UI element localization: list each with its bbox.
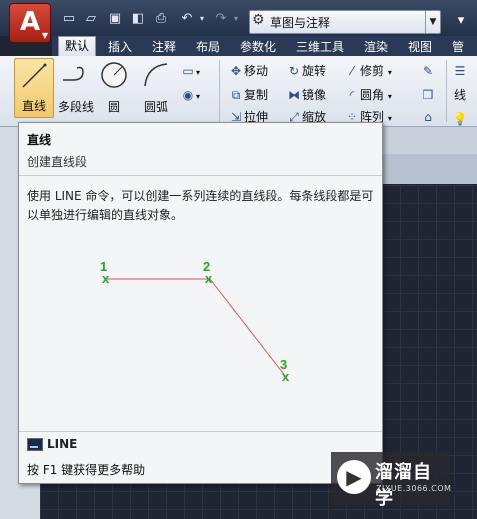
- undo-dropdown-icon[interactable]: ▾: [197, 10, 207, 28]
- tab-layout[interactable]: 布局: [190, 38, 226, 56]
- hatch-tool[interactable]: ◉ ▾: [180, 86, 200, 104]
- erase-tool[interactable]: ✎: [420, 62, 436, 80]
- tooltip-description: 使用 LINE 命令，可以创建一系列连续的直线段。每条线段都是可以单独进行编辑的…: [27, 189, 374, 222]
- tab-annotate[interactable]: 注释: [146, 38, 182, 56]
- tab-parametric[interactable]: 参数化: [234, 38, 282, 56]
- circle-tool-label: 圆: [107, 100, 120, 114]
- circle-icon: [101, 62, 127, 88]
- polyline-tool-label: 多段线: [57, 100, 94, 114]
- move-button[interactable]: ✥ 移动: [228, 62, 268, 80]
- tab-view[interactable]: 视图: [402, 38, 438, 56]
- ribbon-separator: [219, 60, 220, 122]
- tooltip-divider: [19, 431, 382, 432]
- tooltip-title: 直线: [27, 133, 52, 147]
- new-file-icon[interactable]: ▭: [60, 10, 78, 28]
- offset-icon: ⌂: [424, 110, 432, 124]
- gear-icon: ⚙: [252, 12, 265, 28]
- polyline-tool-button[interactable]: 多段线: [54, 60, 94, 114]
- layer-properties-icon: ☰: [454, 64, 466, 78]
- command-line-icon: [27, 438, 43, 451]
- diagram-point-2-marker: x: [205, 271, 213, 286]
- erase-icon: ✎: [422, 64, 434, 78]
- chevron-down-icon: ▼: [425, 11, 440, 33]
- tooltip-divider: [19, 175, 382, 176]
- rotate-icon: ↻: [288, 64, 300, 78]
- tooltip-subtitle: 创建直线段: [27, 155, 88, 169]
- fillet-button[interactable]: ◜ 圆角 ▾: [344, 86, 392, 104]
- offset-tool[interactable]: ⌂: [420, 108, 436, 126]
- customize-qat-icon[interactable]: ▾: [452, 12, 470, 30]
- trim-button[interactable]: ⁄ 修剪 ▾: [344, 62, 392, 80]
- diagram-segment-2: [209, 278, 287, 378]
- rotate-button[interactable]: ↻ 旋转: [286, 62, 326, 80]
- workspace-selector[interactable]: ⚙ 草图与注释 ▼: [249, 10, 441, 34]
- arc-tool-label: 圆弧: [143, 100, 168, 114]
- watermark: ▶ 溜溜自学 ZIXUE.3066.COM: [331, 452, 452, 509]
- arc-tool-button[interactable]: 圆弧: [136, 60, 176, 114]
- layer-label: 线: [454, 88, 467, 102]
- undo-icon[interactable]: ↶: [178, 10, 196, 28]
- diagram-point-3-marker: x: [282, 369, 290, 384]
- copy-icon: ⧉: [231, 88, 241, 102]
- ribbon-separator: [446, 60, 447, 122]
- lightbulb-tool[interactable]: 💡: [452, 110, 468, 128]
- tooltip-command-name: LINE: [47, 437, 78, 451]
- mirror-button[interactable]: ⧓ 镜像: [286, 86, 326, 104]
- tab-insert[interactable]: 插入: [102, 38, 138, 56]
- workspace-label: 草图与注释: [270, 16, 331, 30]
- play-logo-icon: ▶: [337, 460, 371, 494]
- move-icon: ✥: [230, 64, 242, 78]
- tab-render[interactable]: 渲染: [358, 38, 394, 56]
- rectangle-icon: ▭: [182, 64, 194, 78]
- tab-3d-tools[interactable]: 三维工具: [290, 38, 350, 56]
- trim-icon: ⁄: [350, 64, 353, 78]
- watermark-url: ZIXUE.3066.COM: [376, 484, 452, 493]
- file-tab-strip: [381, 154, 477, 184]
- tab-manage[interactable]: 管理: [446, 38, 477, 72]
- tooltip-popup: 直线 创建直线段 使用 LINE 命令，可以创建一系列连续的直线段。每条线段都是…: [18, 122, 383, 484]
- redo-dropdown-icon[interactable]: ▾: [231, 10, 241, 28]
- circle-tool-button[interactable]: 圆: [94, 60, 134, 114]
- diagram-point-1-marker: x: [102, 271, 110, 286]
- application-menu-button[interactable]: A ▼: [10, 4, 50, 42]
- arc-icon: [144, 63, 168, 87]
- mirror-icon: ⧓: [288, 88, 300, 102]
- line-diagram: 1 x 2 x 3 x: [100, 259, 290, 384]
- rectangle-tool[interactable]: ▭ ▾: [180, 62, 200, 80]
- ribbon-panel-area: [381, 126, 477, 154]
- copy-button[interactable]: ⧉ 复制: [228, 86, 268, 104]
- tab-default[interactable]: 默认: [58, 36, 97, 58]
- line-tool-button[interactable]: 直线: [14, 58, 54, 118]
- line-tool-label: 直线: [21, 99, 46, 113]
- fillet-icon: ◜: [349, 88, 355, 102]
- open-file-icon[interactable]: ▱: [82, 10, 100, 28]
- explode-tool[interactable]: ❒: [420, 86, 436, 104]
- print-icon[interactable]: ⎙: [152, 10, 170, 28]
- save-as-icon[interactable]: ◧: [129, 10, 147, 28]
- tooltip-command: LINE: [27, 437, 77, 451]
- redo-icon[interactable]: ↷: [212, 10, 230, 28]
- line-icon: [22, 63, 47, 88]
- hatch-icon: ◉: [182, 88, 194, 102]
- layer-properties-tool[interactable]: ☰: [452, 62, 468, 80]
- lightbulb-icon: 💡: [452, 112, 468, 126]
- explode-icon: ❒: [422, 88, 434, 102]
- tooltip-help-hint: 按 F1 键获得更多帮助: [27, 463, 146, 477]
- save-icon[interactable]: ▣: [106, 10, 124, 28]
- polyline-icon: [63, 66, 84, 81]
